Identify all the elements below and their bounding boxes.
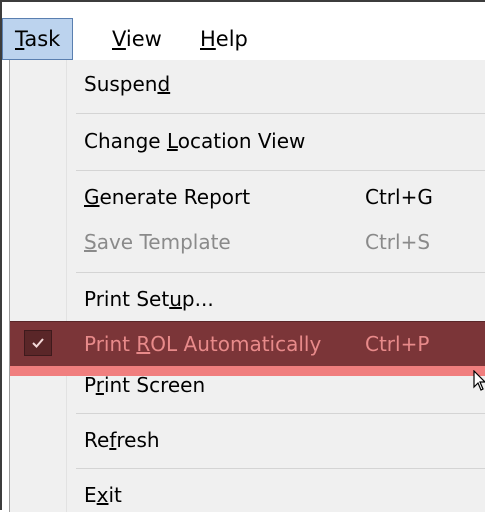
label-mnemonic: G [84,185,100,209]
menu-item-change-location-view[interactable]: Change Location View [10,119,485,163]
label-part: int Screen [103,373,206,397]
menubar-view-mnemonic: V [112,27,126,51]
menubar-item-view[interactable]: View [100,18,174,60]
label-part: Re [84,428,110,452]
label-part: ave Template [96,230,231,254]
menu-item-refresh[interactable]: Refresh [10,418,485,462]
menu-item-print-setup-label: Print Setup... [84,277,214,321]
window-frame: Task View Help Suspend Change Location V… [0,0,485,512]
menubar-item-task[interactable]: Task [2,18,74,60]
label-part: Change [84,129,167,153]
label-part: Print Set [84,287,170,311]
menu-separator [76,170,485,171]
label-part: enerate Report [99,185,251,209]
menu-item-exit[interactable]: Exit [10,473,485,517]
menu-item-print-rol-automatically[interactable]: Print ROL Automatically Ctrl+P [10,321,485,367]
label-part: p... [181,287,214,311]
menubar-help-mnemonic: H [200,27,216,51]
menu-item-change-location-view-label: Change Location View [84,119,305,163]
label-part: E [84,483,97,507]
label-part: resh [116,428,160,452]
menu-separator [76,413,485,414]
menu-item-print-rol-automatically-label: Print ROL Automatically [84,322,321,366]
menu-bar: Task View Help [2,18,485,60]
label-mnemonic: S [84,230,97,254]
menubar-task-mnemonic: T [15,27,25,51]
check-icon [32,338,44,348]
menu-item-print-rol-automatically-shortcut: Ctrl+P [365,332,430,356]
label-mnemonic: x [96,483,109,507]
menu-separator [76,272,485,273]
menu-item-refresh-label: Refresh [84,418,160,462]
menubar-view-rest: iew [125,27,162,51]
menu-item-save-template-label: Save Template [84,220,231,264]
label-mnemonic: R [136,332,151,356]
menu-item-suspend[interactable]: Suspend [10,62,485,106]
menu-item-suspend-label: Suspend [84,62,170,106]
menu-item-save-template-shortcut: Ctrl+S [365,230,431,254]
menubar-item-help[interactable]: Help [188,18,260,60]
mouse-pointer-icon [473,370,485,391]
label-mnemonic: d [157,72,171,96]
label-part: Suspen [84,72,158,96]
menu-item-generate-report-shortcut: Ctrl+G [365,185,433,209]
menu-item-print-setup[interactable]: Print Setup... [10,277,485,321]
menu-item-generate-report-label: Generate Report [84,175,250,219]
label-part: OL Automatically [150,332,322,356]
label-part: Print [84,332,137,356]
label-mnemonic: r [95,373,104,397]
menu-separator [76,468,485,469]
menu-separator [76,113,485,114]
label-part: ocation View [177,129,306,153]
menubar-task-rest: ask [24,27,61,51]
menu-item-save-template: Save Template Ctrl+S [10,220,485,264]
menu-item-print-screen-label: Print Screen [84,363,205,407]
menubar-help-rest: elp [215,27,248,51]
task-dropdown-menu: Suspend Change Location View Generate Re… [9,60,485,512]
menu-item-exit-label: Exit [84,473,122,517]
label-mnemonic: u [169,287,182,311]
menu-item-print-screen[interactable]: Print Screen [10,363,485,407]
label-mnemonic: L [166,129,178,153]
label-part: P [84,373,96,397]
label-part: it [108,483,122,507]
checkmark-box [24,330,52,356]
menu-item-generate-report[interactable]: Generate Report Ctrl+G [10,175,485,219]
